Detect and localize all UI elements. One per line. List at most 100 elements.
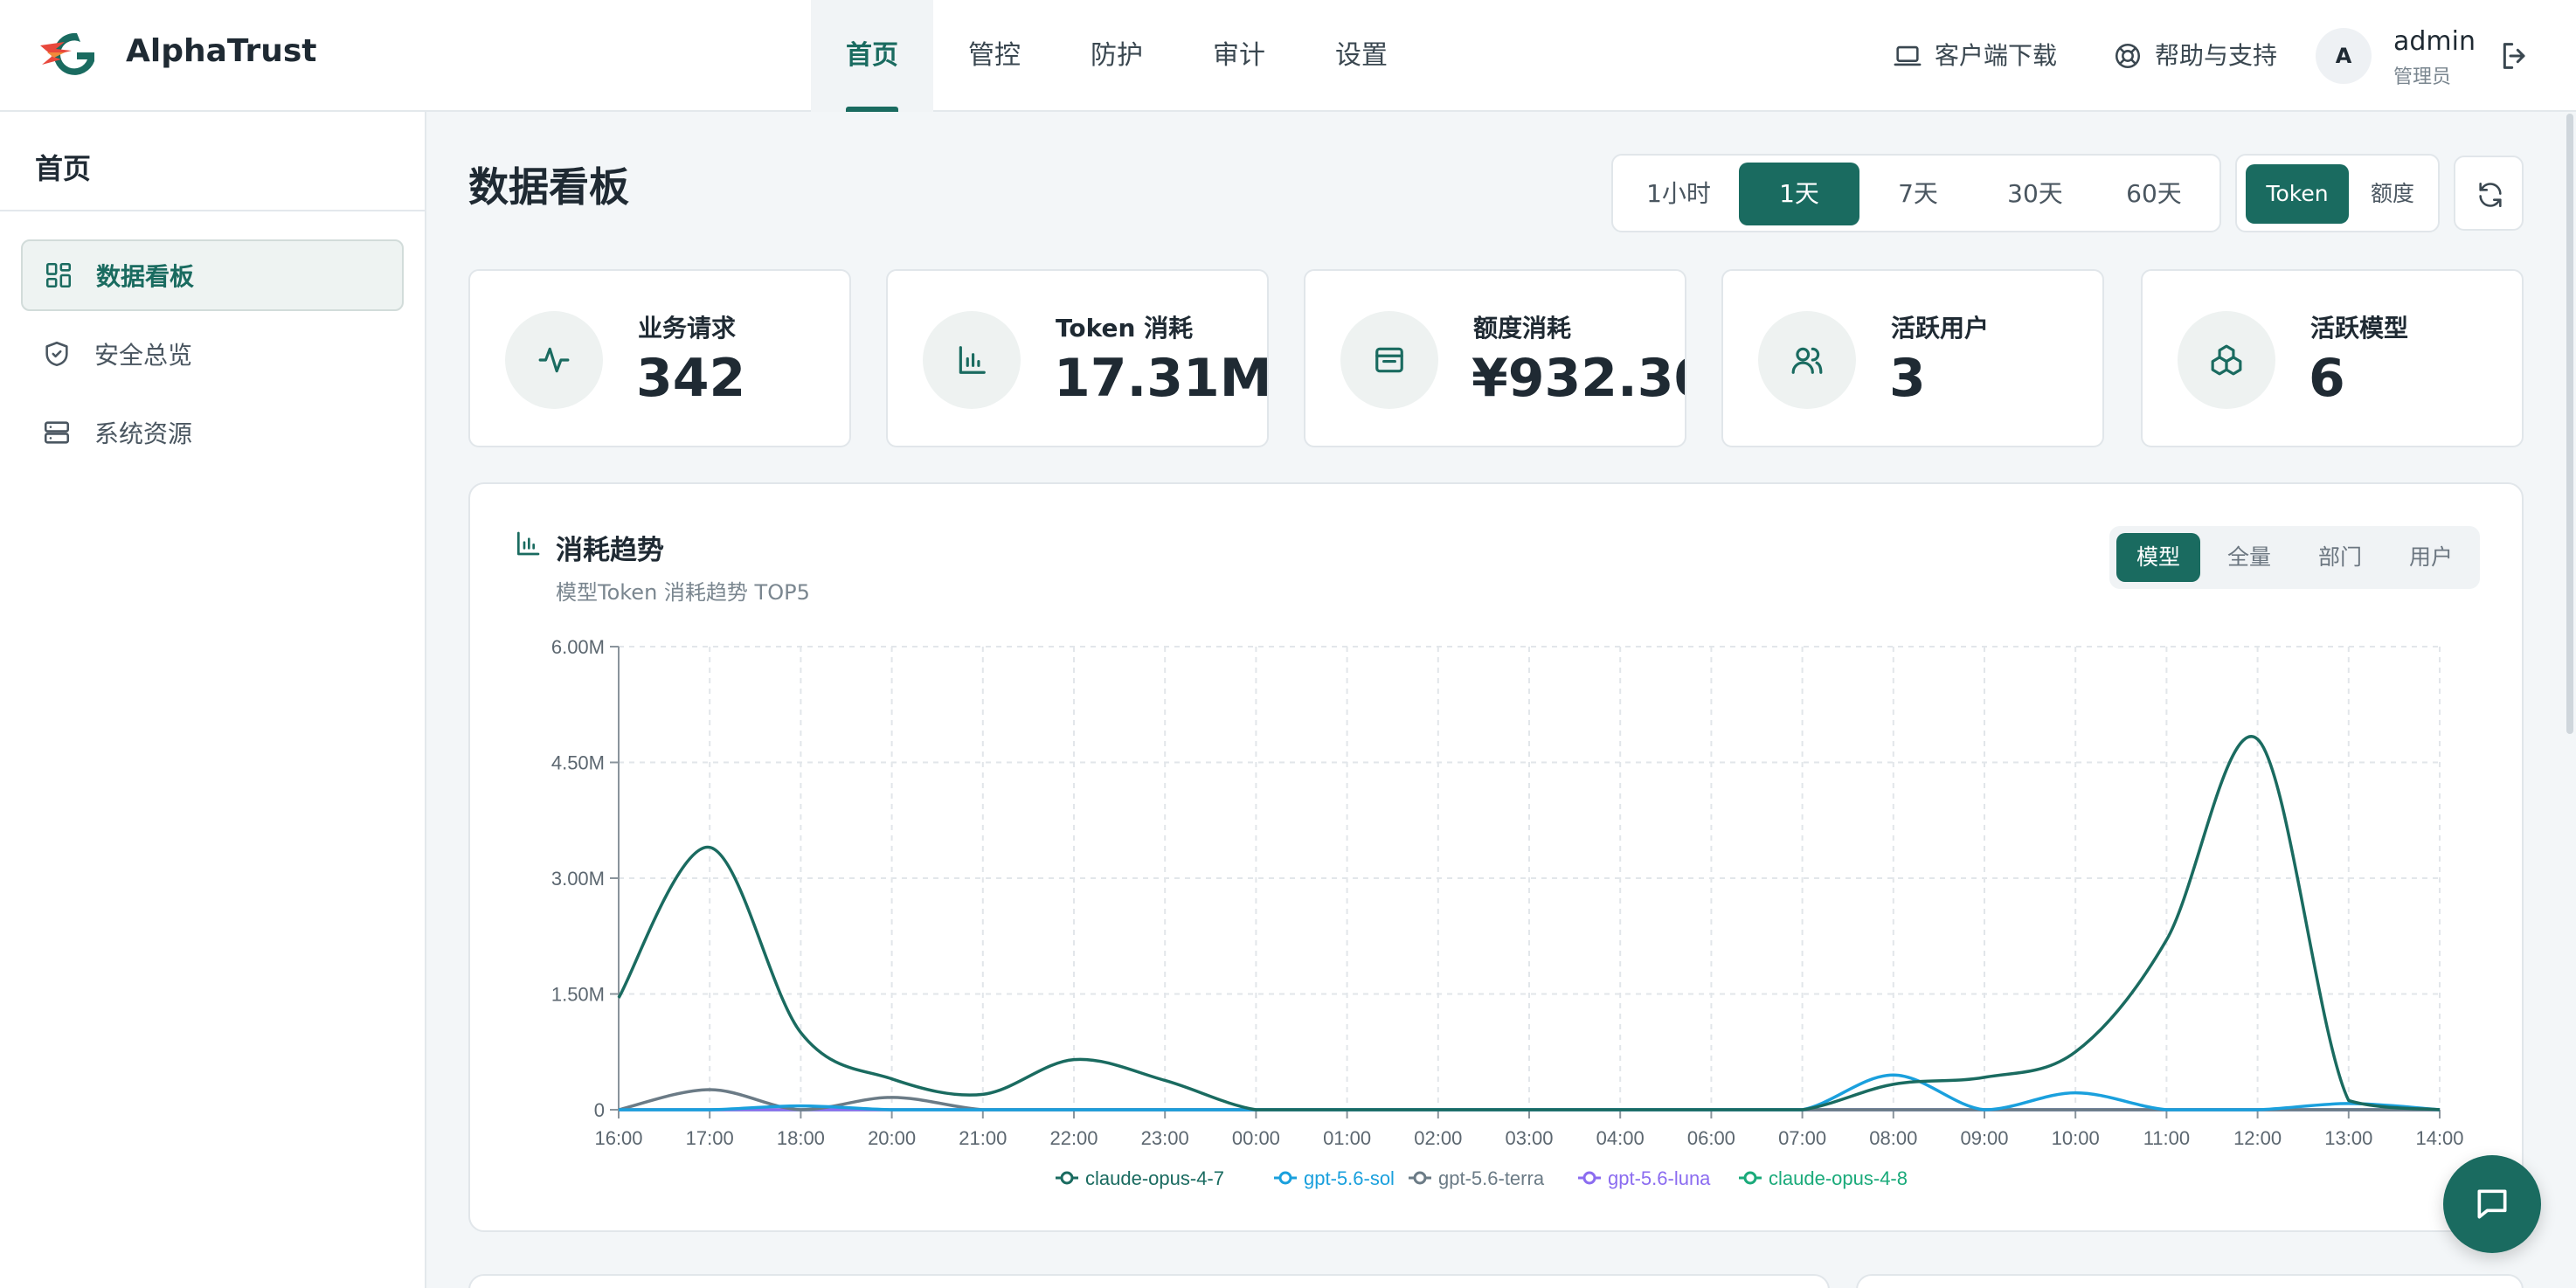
stat-card-users: 活跃用户 3 bbox=[1721, 269, 2104, 447]
range-1d-button[interactable]: 1天 bbox=[1739, 163, 1859, 225]
sidebar-divider bbox=[0, 210, 425, 211]
legend-label: gpt-5.6-luna bbox=[1608, 1167, 1711, 1189]
x-tick-label: 22:00 bbox=[1049, 1127, 1098, 1149]
y-tick-label: 6.00M bbox=[551, 636, 605, 658]
stat-card-token: Token 消耗 17.31M bbox=[886, 269, 1269, 447]
username: admin bbox=[2393, 26, 2476, 57]
legend-marker-gpt-5.6-luna bbox=[1582, 1171, 1596, 1185]
laptop-icon bbox=[1894, 45, 1922, 66]
stat-icon-wrap bbox=[2178, 311, 2275, 409]
stat-icon-wrap bbox=[1340, 311, 1438, 409]
x-tick-label: 10:00 bbox=[2052, 1127, 2100, 1149]
sidebar-item-security[interactable]: 安全总览 bbox=[21, 318, 404, 390]
stat-label: 活跃模型 bbox=[2310, 314, 2409, 343]
user-role: 管理员 bbox=[2393, 66, 2452, 88]
range-7d-button[interactable]: 7天 bbox=[1868, 163, 1968, 225]
nav-tab-audit[interactable]: 审计 bbox=[1178, 0, 1300, 112]
trend-chart-card: 消耗趋势 模型Token 消耗趋势 TOP5 模型 全量 部门 用户 0 1.50… bbox=[468, 482, 2524, 1232]
unit-quota-button[interactable]: 额度 bbox=[2354, 164, 2431, 224]
x-tick-label: 07:00 bbox=[1778, 1127, 1826, 1149]
sidebar-item-label: 安全总览 bbox=[94, 341, 193, 370]
x-tick-label: 03:00 bbox=[1505, 1127, 1553, 1149]
x-tick-label: 01:00 bbox=[1323, 1127, 1371, 1149]
x-tick-label: 08:00 bbox=[1869, 1127, 1917, 1149]
x-tick-label: 02:00 bbox=[1414, 1127, 1462, 1149]
x-tick-label: 23:00 bbox=[1141, 1127, 1189, 1149]
nav-tab-home[interactable]: 首页 bbox=[811, 0, 933, 112]
alphatrust-logo-icon[interactable] bbox=[38, 26, 103, 79]
sidebar-item-dashboard[interactable]: 数据看板 bbox=[21, 239, 404, 311]
activity-icon bbox=[538, 347, 570, 373]
x-tick-label: 18:00 bbox=[777, 1127, 825, 1149]
stat-label: Token 消耗 bbox=[1056, 314, 1194, 343]
trend-line-chart: 0 1.50M 3.00M 4.50M 6.00M 16:00 17:00 18:00 20:0… bbox=[551, 636, 2464, 1189]
help-support-link[interactable]: 帮助与支持 bbox=[2113, 35, 2277, 77]
stat-card-models: 活跃模型 6 bbox=[2141, 269, 2524, 447]
wallet-icon bbox=[1375, 347, 1403, 373]
brand-name[interactable]: AlphaTrust bbox=[126, 33, 317, 69]
range-1h-button[interactable]: 1小时 bbox=[1629, 163, 1728, 225]
legend-marker-claude-opus-4-8 bbox=[1743, 1171, 1757, 1185]
refresh-icon bbox=[2479, 182, 2502, 208]
sidebar-item-resources[interactable]: 系统资源 bbox=[21, 397, 404, 468]
help-support-label: 帮助与支持 bbox=[2155, 41, 2278, 70]
legend-label: gpt-5.6-terra bbox=[1438, 1167, 1545, 1189]
x-tick-label: 00:00 bbox=[1232, 1127, 1280, 1149]
stat-value: 17.31M bbox=[1054, 348, 1269, 409]
x-tick-label: 11:00 bbox=[2143, 1127, 2190, 1149]
nav-tab-protection[interactable]: 防护 bbox=[1056, 0, 1178, 112]
nav-tab-control[interactable]: 管控 bbox=[933, 0, 1056, 112]
sidebar: 首页 数据看板 安全总览 系统资源 bbox=[0, 112, 426, 1288]
x-tick-label: 20:00 bbox=[868, 1127, 916, 1149]
stat-icon-wrap bbox=[505, 311, 603, 409]
x-tick-label: 12:00 bbox=[2233, 1127, 2282, 1149]
shield-icon bbox=[45, 341, 68, 367]
stat-value: 6 bbox=[2309, 348, 2345, 409]
refresh-button[interactable] bbox=[2454, 156, 2524, 231]
sidebar-item-label: 数据看板 bbox=[96, 262, 195, 291]
x-tick-label: 16:00 bbox=[594, 1127, 642, 1149]
time-range-selector: 1小时 1天 7天 30天 60天 bbox=[1611, 154, 2221, 232]
page-title: 数据看板 bbox=[468, 163, 629, 211]
stat-label: 额度消耗 bbox=[1473, 314, 1572, 343]
x-tick-label: 13:00 bbox=[2324, 1127, 2372, 1149]
y-tick-label: 4.50M bbox=[551, 752, 605, 774]
stat-value: ¥932.30 bbox=[1472, 348, 1686, 409]
client-download-label: 客户端下载 bbox=[1935, 41, 2058, 70]
unit-token-button[interactable]: Token bbox=[2246, 164, 2349, 224]
sidebar-title: 首页 bbox=[35, 152, 92, 185]
x-tick-label: 17:00 bbox=[686, 1127, 734, 1149]
lifebuoy-icon bbox=[2115, 43, 2141, 69]
stat-label: 业务请求 bbox=[638, 314, 737, 343]
chat-support-button[interactable] bbox=[2443, 1155, 2541, 1253]
stat-icon-wrap bbox=[923, 311, 1021, 409]
y-tick-label: 0 bbox=[594, 1099, 605, 1121]
stat-card-quota: 额度消耗 ¥932.30 bbox=[1304, 269, 1686, 447]
dashboard-icon bbox=[45, 262, 72, 288]
legend-label: gpt-5.6-sol bbox=[1304, 1167, 1395, 1189]
legend-marker-gpt-5.6-terra bbox=[1413, 1171, 1427, 1185]
scroll-thumb[interactable] bbox=[2566, 114, 2573, 734]
boxes-icon bbox=[2211, 344, 2242, 376]
x-tick-label: 14:00 bbox=[2415, 1127, 2463, 1149]
server-icon bbox=[44, 421, 70, 444]
client-download-link[interactable]: 客户端下载 bbox=[1893, 35, 2057, 77]
page-scrollbar[interactable] bbox=[2564, 112, 2576, 1288]
stat-icon-wrap bbox=[1758, 311, 1856, 409]
stat-card-requests: 业务请求 342 bbox=[468, 269, 851, 447]
legend-label: claude-opus-4-8 bbox=[1769, 1167, 1908, 1189]
chat-icon bbox=[2477, 1189, 2507, 1219]
range-60d-button[interactable]: 60天 bbox=[2097, 163, 2211, 225]
nav-tab-settings[interactable]: 设置 bbox=[1300, 0, 1423, 112]
unit-selector: Token 额度 bbox=[2235, 154, 2440, 232]
range-30d-button[interactable]: 30天 bbox=[1978, 163, 2092, 225]
users-icon bbox=[1791, 347, 1823, 374]
logout-icon[interactable] bbox=[2497, 38, 2532, 73]
top-header: AlphaTrust 首页 管控 防护 审计 设置 客户端下载 帮助与支持 A … bbox=[0, 0, 2576, 112]
legend-marker-claude-opus-4-7 bbox=[1060, 1171, 1074, 1185]
avatar[interactable]: A bbox=[2316, 28, 2372, 84]
y-tick-label: 1.50M bbox=[551, 984, 605, 1006]
x-tick-label: 21:00 bbox=[959, 1127, 1007, 1149]
x-tick-label: 09:00 bbox=[1960, 1127, 2008, 1149]
y-tick-label: 3.00M bbox=[551, 868, 605, 890]
